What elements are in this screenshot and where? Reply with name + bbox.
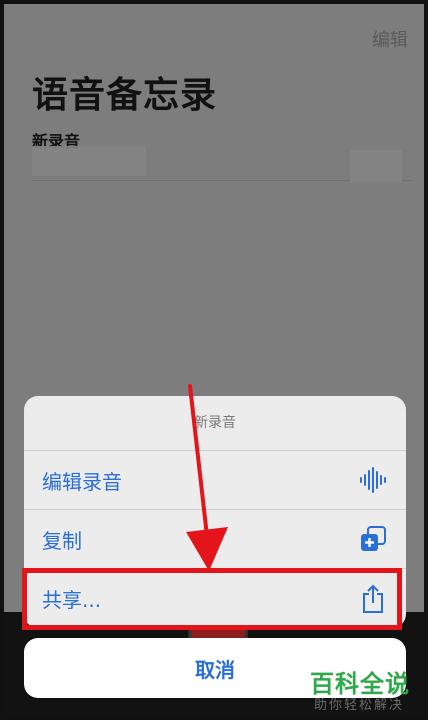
watermark: 百科全说 助你轻松解决 bbox=[310, 664, 416, 713]
annotation-arrow-icon bbox=[186, 384, 228, 571]
phone-screen: 编辑 语音备忘录 新录音 新录音 编辑录音 复制 共享... 取消 百科全说 助… bbox=[0, 0, 428, 720]
watermark-sub: 助你轻松解决 bbox=[314, 698, 405, 713]
